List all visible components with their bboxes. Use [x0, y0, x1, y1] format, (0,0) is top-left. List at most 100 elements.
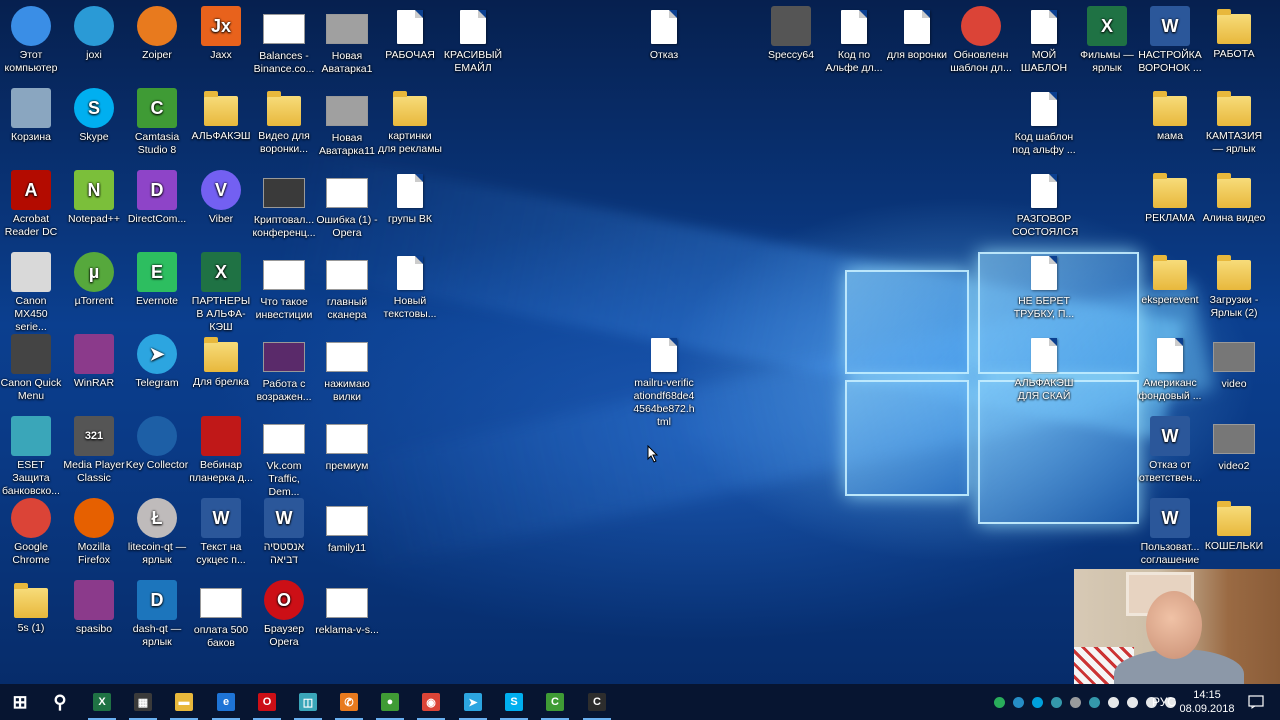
desktop-icon[interactable]: РАЗГОВОР СОСТОЯЛСЯ: [1012, 170, 1078, 239]
calculator-taskbar-icon[interactable]: ▦: [123, 684, 163, 720]
skype-tray-icon[interactable]: [1032, 696, 1043, 708]
network-tray-icon[interactable]: [1070, 696, 1081, 708]
desktop-icon[interactable]: eksperevent: [1138, 252, 1202, 307]
excel-taskbar-icon[interactable]: X: [82, 684, 122, 720]
desktop-icon[interactable]: N Notepad++: [62, 170, 126, 226]
desktop-icon[interactable]: Canon MX450 serie...: [0, 252, 63, 334]
desktop-icon[interactable]: reklama-v-s...: [315, 580, 379, 637]
desktop-icon[interactable]: НЕ БЕРЕТ ТРУБКУ, П...: [1012, 252, 1076, 321]
camtasia-taskbar-icon[interactable]: C: [535, 684, 575, 720]
desktop-icon[interactable]: Google Chrome: [0, 498, 63, 567]
start-button-icon[interactable]: ⊞: [0, 684, 40, 720]
desktop-icon[interactable]: X Фильмы — ярлык: [1075, 6, 1139, 75]
desktop-icon[interactable]: 5s (1): [0, 580, 63, 635]
desktop-icon[interactable]: Balances - Binance.co...: [252, 6, 316, 76]
desktop-icon[interactable]: Вебинар планерка д...: [189, 416, 253, 485]
camtasia-recorder-taskbar-icon[interactable]: ●: [370, 684, 410, 720]
telegram-taskbar-icon[interactable]: ➤: [453, 684, 493, 720]
desktop-icon[interactable]: КАМТАЗИЯ — ярлык: [1202, 88, 1266, 156]
desktop-icon[interactable]: МОЙ ШАБЛОН: [1012, 6, 1076, 75]
desktop-icon[interactable]: video: [1202, 334, 1266, 391]
desktop-icon[interactable]: оплата 500 баков: [189, 580, 253, 650]
desktop-icon[interactable]: Canon Quick Menu: [0, 334, 63, 403]
desktop-icon[interactable]: µ µTorrent: [62, 252, 126, 308]
desktop-icon[interactable]: family11: [315, 498, 379, 555]
desktop-icon[interactable]: WinRAR: [62, 334, 126, 390]
camtasia-editor-taskbar-icon[interactable]: C: [577, 684, 617, 720]
desktop-icon[interactable]: Mozilla Firefox: [62, 498, 126, 567]
zoiper-taskbar-icon[interactable]: ✆: [329, 684, 369, 720]
desktop-icon[interactable]: Новая Аватарка11: [315, 88, 379, 158]
desktop-icon[interactable]: главный сканера: [315, 252, 379, 322]
desktop-icon[interactable]: spasibo: [62, 580, 126, 636]
desktop-icon[interactable]: Работа с возражен...: [252, 334, 316, 404]
search-icon[interactable]: ⚲: [40, 684, 80, 720]
skype-taskbar-icon[interactable]: S: [494, 684, 534, 720]
desktop-icon[interactable]: Корзина: [0, 88, 63, 144]
desktop-icon[interactable]: W Пользоват... соглашение: [1138, 498, 1202, 567]
desktop-icon[interactable]: картинки для рекламы: [378, 88, 442, 156]
desktop-icon[interactable]: W אנסטסיה דביאה: [252, 498, 316, 567]
desktop-icon[interactable]: РАБОТА: [1202, 6, 1266, 61]
desktop-icon[interactable]: X ПАРТНЕРЫ В АЛЬФА-КЭШ: [189, 252, 253, 334]
desktop-icon[interactable]: КОШЕЛЬКИ: [1202, 498, 1266, 553]
desktop-icon[interactable]: A Acrobat Reader DC: [0, 170, 63, 239]
desktop-icon[interactable]: Zoiper: [125, 6, 189, 62]
desktop-icon[interactable]: групы ВК: [378, 170, 442, 226]
desktop-icon[interactable]: Key Collector: [125, 416, 189, 472]
desktop-icon[interactable]: Ddash-qt — ярлык: [125, 580, 189, 649]
file-explorer-taskbar-icon[interactable]: ▬: [164, 684, 204, 720]
desktop-icon[interactable]: ➤ Telegram: [125, 334, 189, 390]
joxi-tray-icon[interactable]: [1013, 696, 1024, 708]
desktop-icon[interactable]: Ошибка (1) - Opera: [315, 170, 379, 240]
desktop-icon[interactable]: Новый текстовы...: [378, 252, 442, 321]
desktop-icon[interactable]: Speccy64: [759, 6, 823, 62]
chat-tray-icon[interactable]: [1127, 696, 1138, 708]
desktop-icon[interactable]: Этот компьютер: [0, 6, 63, 75]
desktop-icon[interactable]: нажимаю вилки: [315, 334, 379, 404]
desktop-icon[interactable]: Код шаблон под альфу ...: [1012, 88, 1076, 157]
desktop-icon[interactable]: video2: [1202, 416, 1266, 473]
desktop-icon[interactable]: C Camtasia Studio 8: [125, 88, 189, 157]
desktop-icon[interactable]: Vk.com Traffic, Dem...: [252, 416, 316, 499]
desktop-icon[interactable]: Алина видео: [1202, 170, 1266, 225]
desktop-icon[interactable]: V Viber: [189, 170, 253, 226]
eset-tray-icon[interactable]: [1051, 696, 1062, 708]
desktop-icon[interactable]: Łlitecoin-qt — ярлык: [125, 498, 189, 567]
desktop-icon[interactable]: Криптовал... конференц...: [252, 170, 316, 240]
clock[interactable]: 14:15 08.09.2018: [1177, 688, 1237, 716]
edge-taskbar-icon[interactable]: e: [206, 684, 246, 720]
desktop-icon[interactable]: Jx Jaxx: [189, 6, 253, 62]
desktop-icon[interactable]: W Текст на сукцес п...: [189, 498, 253, 567]
desktop-icon[interactable]: АЛЬФАКЭШ: [189, 88, 253, 143]
desktop-icon[interactable]: Что такое инвестиции: [252, 252, 316, 322]
chrome-taskbar-icon[interactable]: ◉: [411, 684, 451, 720]
desktop-icon[interactable]: Обновленн шаблон дл...: [949, 6, 1013, 75]
desktop-icon[interactable]: D DirectCom...: [125, 170, 189, 226]
language-indicator[interactable]: РУС: [1152, 684, 1176, 720]
wifi-tray-icon[interactable]: [1108, 696, 1119, 708]
evernote-tray-icon[interactable]: [994, 696, 1005, 708]
notification-center-icon[interactable]: [1236, 684, 1276, 720]
desktop-icon[interactable]: РАБОЧАЯ: [378, 6, 442, 62]
desktop-icon[interactable]: S Skype: [62, 88, 126, 144]
desktop-icon[interactable]: АЛЬФАКЭШ ДЛЯ СКАЙ: [1012, 334, 1076, 403]
desktop-icon[interactable]: мама: [1138, 88, 1202, 143]
desktop-icon[interactable]: КРАСИВЫЙ ЕМАЙЛ: [441, 6, 505, 75]
tray-app-icon[interactable]: [1089, 696, 1100, 708]
desktop-icon[interactable]: W Отказ от ответствен...: [1138, 416, 1202, 485]
desktop-icon[interactable]: Отказ: [632, 6, 696, 62]
desktop-icon[interactable]: Американс фондовый ...: [1138, 334, 1202, 403]
desktop-icon[interactable]: Загрузки - Ярлык (2): [1202, 252, 1266, 320]
desktop-icon[interactable]: E Evernote: [125, 252, 189, 308]
desktop-icon[interactable]: O Браузер Opera: [252, 580, 316, 649]
desktop-icon[interactable]: joxi: [62, 6, 126, 62]
app-taskbar-icon[interactable]: ◫: [288, 684, 328, 720]
desktop-icon[interactable]: Видео для воронки...: [252, 88, 316, 156]
desktop-icon[interactable]: Код по Альфе дл...: [822, 6, 886, 75]
desktop-icon[interactable]: mailru-verificationdf68de44564be872.html: [632, 334, 696, 429]
desktop-icon[interactable]: РЕКЛАМА: [1138, 170, 1202, 225]
desktop-icon[interactable]: премиум: [315, 416, 379, 473]
desktop-icon[interactable]: W НАСТРОЙКА ВОРОНОК ...: [1138, 6, 1202, 75]
desktop-icon[interactable]: для воронки: [885, 6, 949, 62]
